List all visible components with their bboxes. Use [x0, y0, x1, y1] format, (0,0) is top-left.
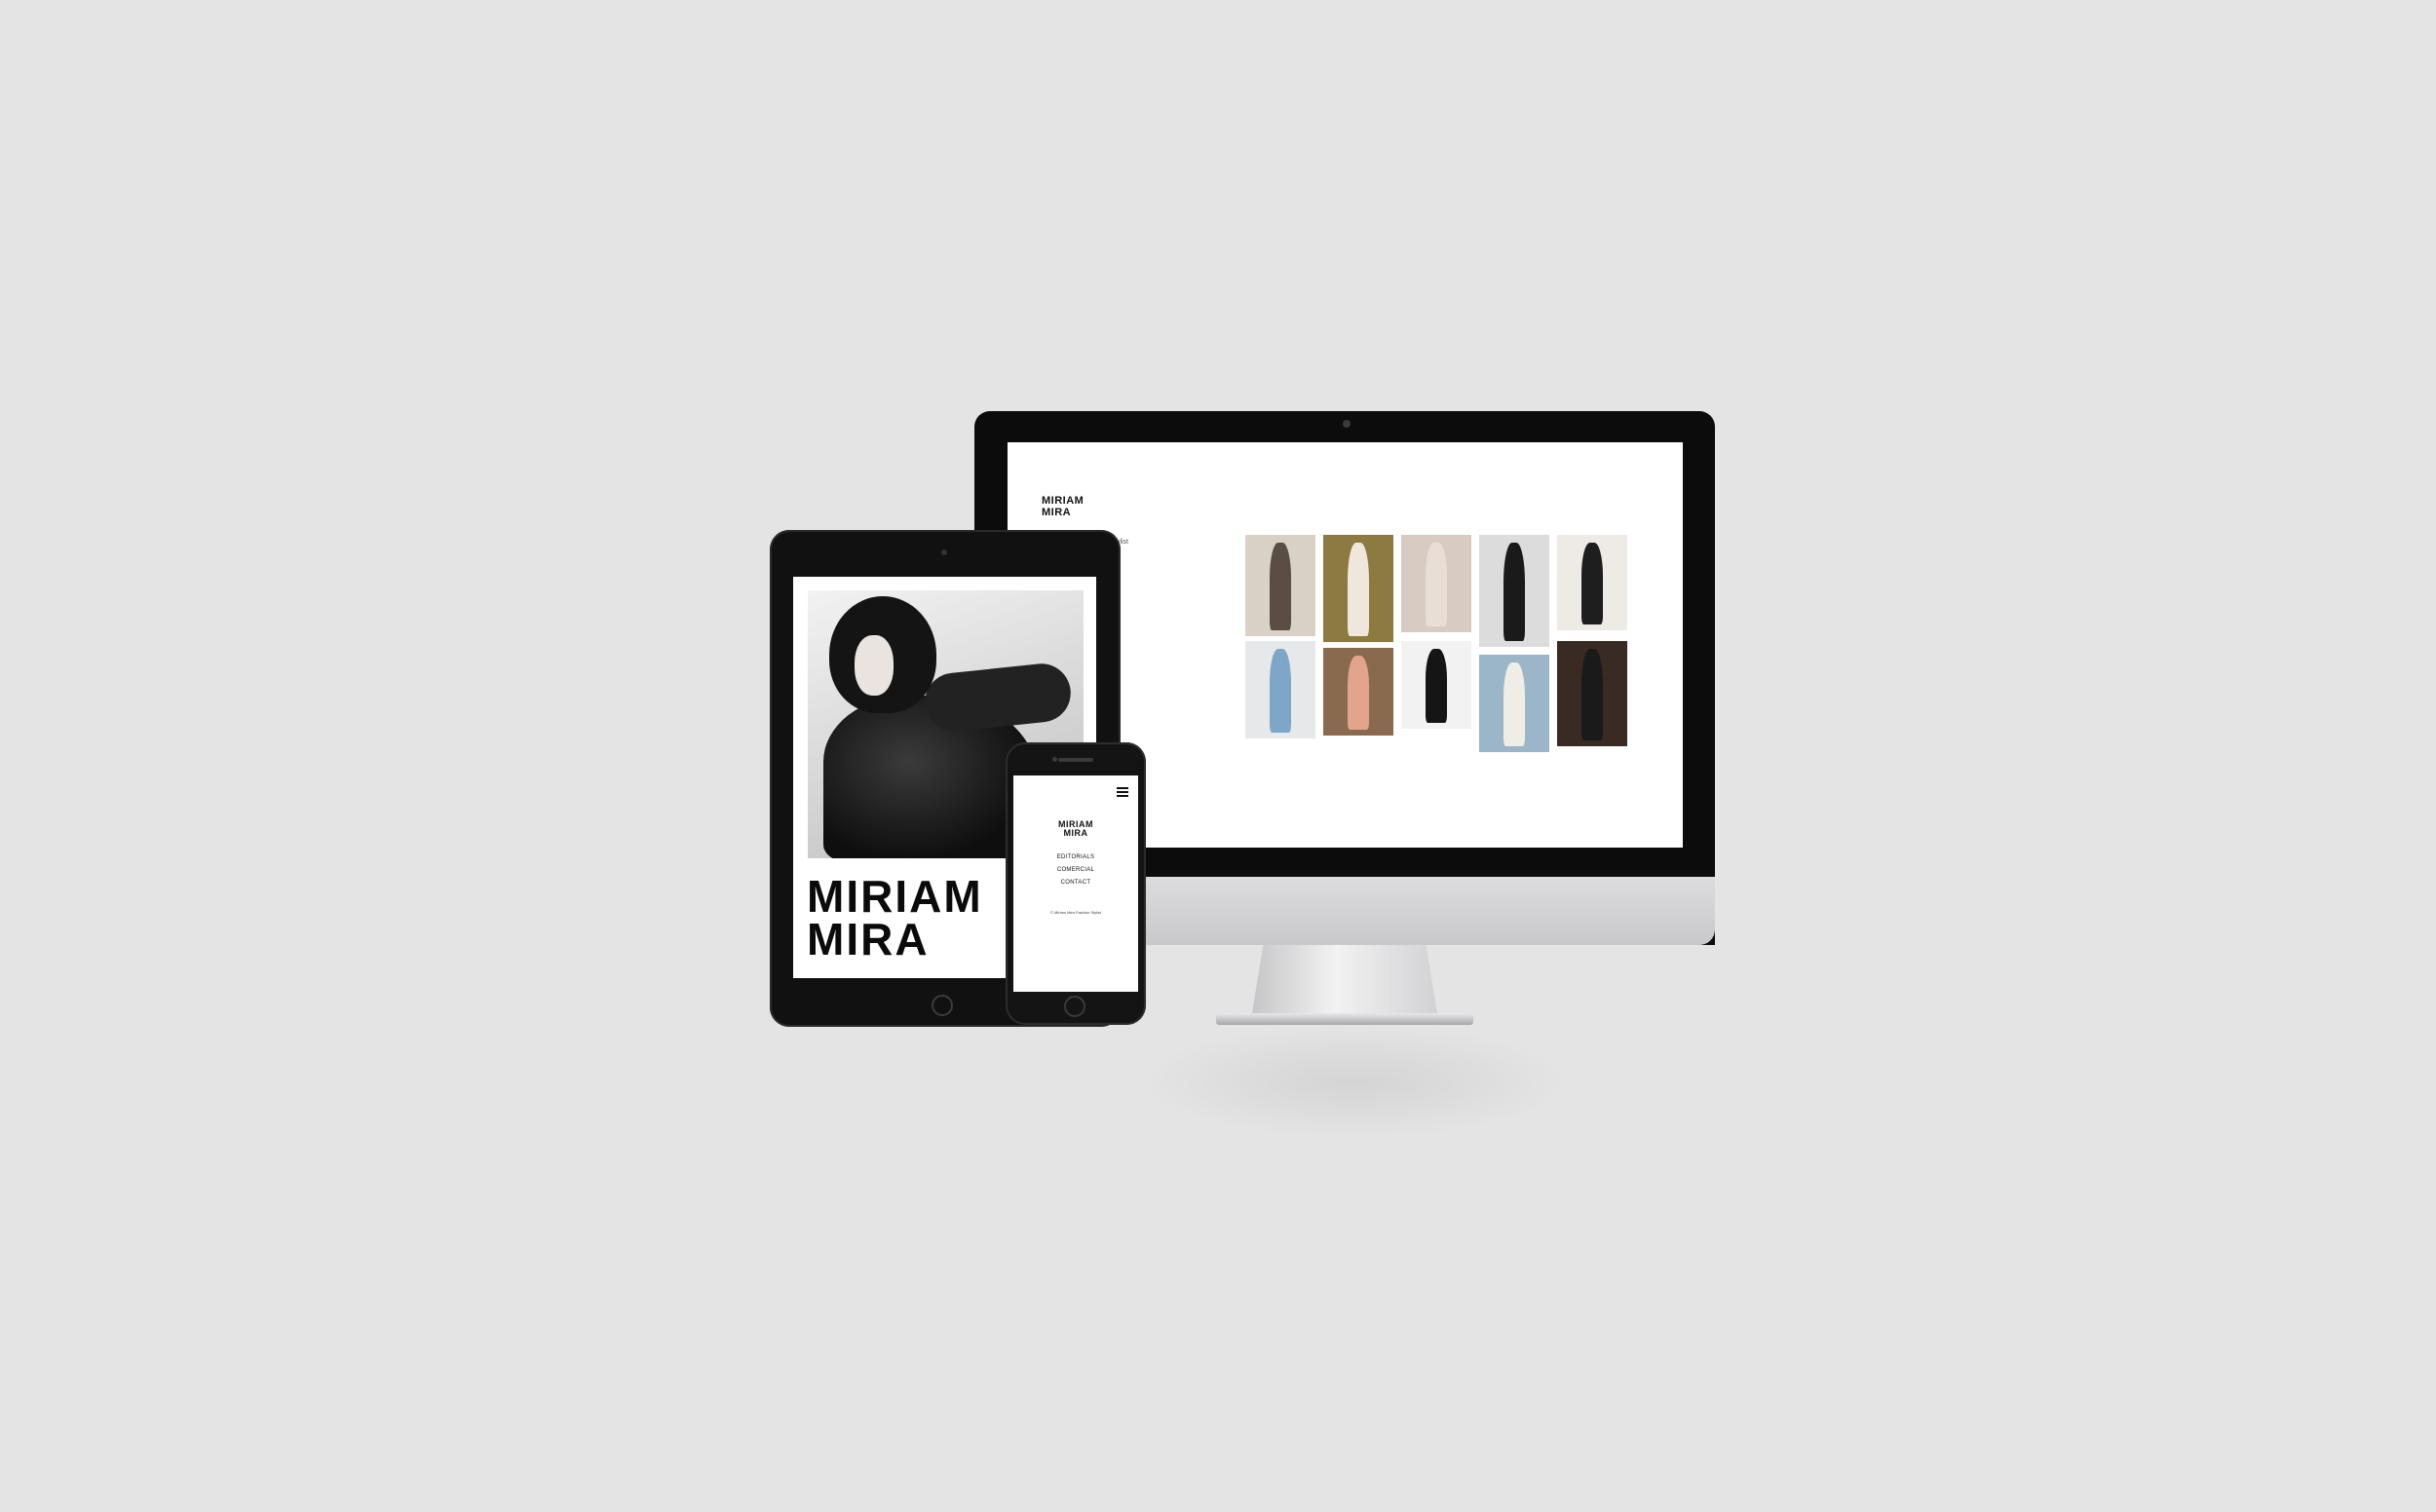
thumbnail-figure: [1426, 543, 1447, 626]
monitor-stand: [1252, 945, 1437, 1013]
thumbnail-figure: [1426, 649, 1447, 723]
phone-footer: © Miriam Mira Fashion Stylist: [1049, 910, 1102, 915]
tablet-title-line-2: MIRA: [807, 914, 930, 964]
hamburger-menu-icon[interactable]: [1117, 787, 1128, 797]
tablet-title-line-1: MIRIAM: [807, 871, 983, 922]
tablet-home-button[interactable]: [932, 995, 953, 1016]
gallery-thumbnail[interactable]: [1479, 535, 1549, 647]
gallery-thumbnail[interactable]: [1245, 535, 1315, 636]
phone-nav: EDITORIALS COMERCIAL CONTACT: [1013, 851, 1138, 889]
gallery-thumbnail[interactable]: [1245, 641, 1315, 738]
tablet-brand-title: MIRIAM MIRA: [807, 871, 983, 964]
phone-camera-icon: [1052, 757, 1057, 762]
thumbnail-figure: [1270, 543, 1291, 630]
thumbnail-figure: [1503, 662, 1525, 746]
logo-line-1: MIRIAM: [1042, 495, 1085, 507]
gallery-thumbnail[interactable]: [1323, 535, 1393, 642]
thumbnail-figure: [1503, 543, 1525, 641]
gallery-thumbnail[interactable]: [1401, 641, 1471, 729]
device-mockup-scene: MIRIAM MIRA tylist MIRIAM MIRA MIRIAM MI…: [0, 0, 2436, 1512]
logo-line-2: MIRA: [1042, 507, 1072, 518]
gallery-thumbnail[interactable]: [1401, 535, 1471, 632]
thumbnail-figure: [1348, 656, 1369, 730]
nav-comercial[interactable]: COMERCIAL: [1013, 864, 1138, 877]
thumbnail-figure: [1581, 543, 1603, 624]
phone-speaker: [1058, 758, 1093, 762]
thumbnail-figure: [1270, 649, 1291, 733]
thumbnail-figure: [1348, 543, 1369, 636]
photo-figure-arm: [922, 661, 1074, 735]
gallery-thumbnail[interactable]: [1323, 648, 1393, 736]
thumbnail-figure: [1581, 649, 1603, 740]
phone-logo-line-2: MIRA: [1063, 828, 1088, 838]
gallery-thumbnail[interactable]: [1557, 535, 1627, 630]
phone-logo[interactable]: MIRIAM MIRA: [1013, 820, 1138, 838]
phone-home-button[interactable]: [1064, 996, 1085, 1017]
desktop-logo[interactable]: MIRIAM MIRA: [1042, 495, 1084, 518]
photo-figure-face: [855, 635, 894, 696]
gallery-thumbnail[interactable]: [1479, 655, 1549, 752]
nav-contact[interactable]: CONTACT: [1013, 877, 1138, 889]
webcam-icon: [1343, 420, 1351, 428]
monitor-base: [1216, 1013, 1473, 1025]
gallery-thumbnail[interactable]: [1557, 641, 1627, 746]
phone-screen: MIRIAM MIRA EDITORIALS COMERCIAL CONTACT…: [1013, 775, 1138, 992]
floor-shadow: [1140, 1023, 1569, 1140]
nav-editorials[interactable]: EDITORIALS: [1013, 851, 1138, 864]
tablet-camera-icon: [941, 549, 947, 555]
phone-device: MIRIAM MIRA EDITORIALS COMERCIAL CONTACT…: [1006, 742, 1146, 1025]
